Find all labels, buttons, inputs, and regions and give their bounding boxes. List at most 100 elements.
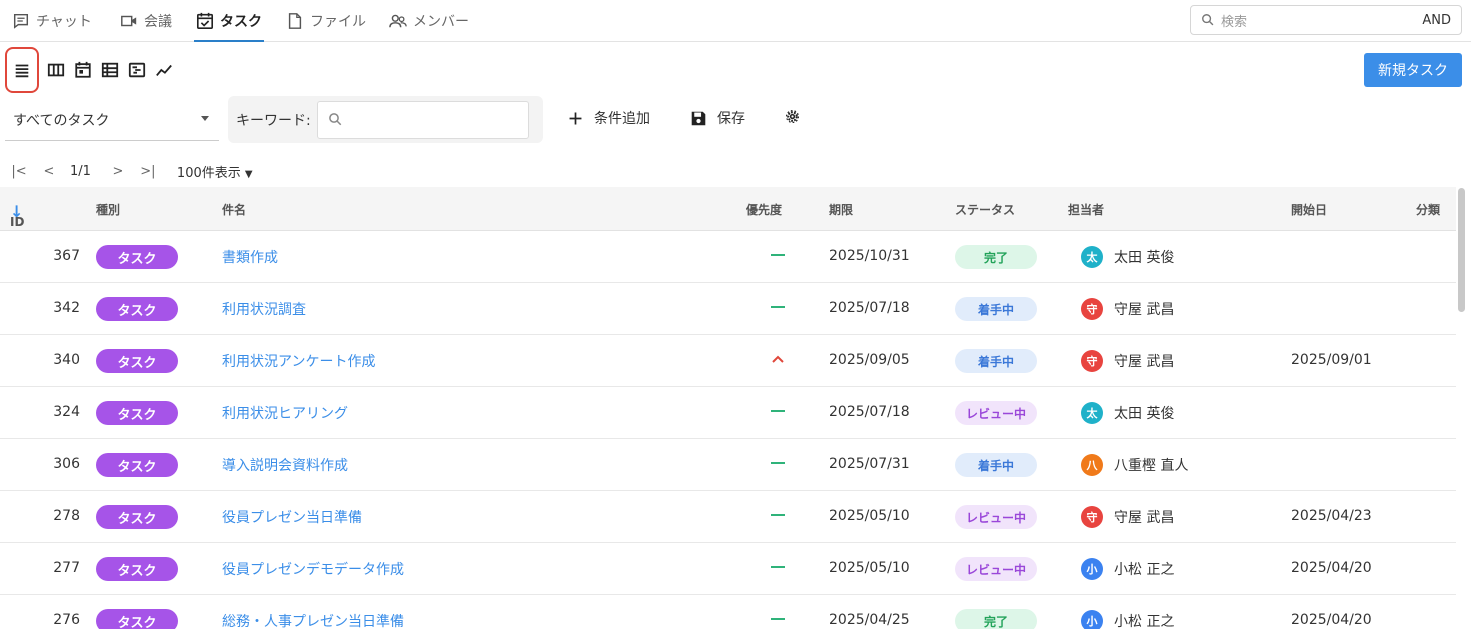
pagination: |< < 1/1 > >| 100件表示 ▼ (10, 160, 253, 182)
scrollbar-thumb[interactable] (1458, 188, 1465, 312)
avatar: 守 (1081, 506, 1103, 528)
tab-meeting[interactable]: 会議 (120, 0, 172, 41)
avatar: 小 (1081, 558, 1103, 580)
tab-chat[interactable]: チャット (12, 0, 92, 41)
kind-badge: タスク (96, 349, 178, 373)
per-page-select[interactable]: 100件表示 ▼ (177, 162, 253, 181)
col-kind[interactable]: 種別 (96, 201, 120, 218)
task-filter-select[interactable]: すべてのタスク (5, 99, 219, 141)
task-filter-value: すべてのタスク (13, 112, 110, 129)
task-subject-link[interactable]: 利用状況アンケート作成 (222, 351, 375, 371)
tab-task[interactable]: タスク (194, 0, 264, 42)
table-row[interactable]: 276 タスク 総務・人事プレゼン当日準備 2025/04/25 完了 小小松 正之 202… (0, 595, 1456, 629)
avatar: 太 (1081, 402, 1103, 424)
priority-indicator (770, 245, 786, 265)
task-subject-link[interactable]: 書類作成 (222, 247, 278, 267)
chart-view-button[interactable] (151, 57, 177, 83)
gear-icon (785, 109, 800, 124)
status-badge: 着手中 (955, 453, 1037, 477)
gantt-view-button[interactable] (124, 57, 150, 83)
col-priority[interactable]: 優先度 (746, 201, 782, 218)
start-date: 2025/04/20 (1291, 560, 1372, 576)
priority-normal-icon (771, 410, 785, 412)
tab-task-label: タスク (220, 13, 262, 30)
table-row[interactable]: 277 タスク 役員プレゼンデモデータ作成 2025/05/10 レビュー中 小小松 正之… (0, 543, 1456, 595)
add-condition-button[interactable]: 条件追加 (567, 108, 650, 128)
priority-normal-icon (771, 514, 785, 516)
col-subject[interactable]: 件名 (222, 201, 246, 218)
settings-button[interactable] (784, 108, 801, 125)
per-page-value: 100件表示 (176, 165, 241, 181)
floppy-disk-icon (691, 111, 706, 125)
priority-normal-icon (771, 306, 785, 308)
search-input[interactable]: 検索 AND (1190, 5, 1462, 35)
task-subject-link[interactable]: 利用状況ヒアリング (222, 403, 348, 423)
gantt-icon (128, 62, 146, 78)
task-subject-link[interactable]: 導入説明会資料作成 (222, 455, 348, 475)
start-date: 2025/04/23 (1291, 508, 1372, 524)
top-nav: チャット 会議 タスク ファイル メンバー 検索 AND (0, 0, 1471, 42)
kind-badge: タスク (96, 453, 178, 477)
tab-file[interactable]: ファイル (286, 0, 366, 41)
avatar: 守 (1081, 298, 1103, 320)
priority-normal-icon (771, 618, 785, 620)
col-assignee[interactable]: 担当者 (1068, 201, 1104, 218)
board-view-button[interactable] (43, 57, 69, 83)
kind-badge: タスク (96, 557, 178, 581)
save-button[interactable]: 保存 (690, 108, 745, 128)
status-badge: レビュー中 (955, 401, 1037, 425)
avatar: 八 (1081, 454, 1103, 476)
table-view-button[interactable] (97, 57, 123, 83)
task-id: 340 (53, 352, 80, 368)
columns-icon (47, 63, 65, 77)
due-date: 2025/07/18 (829, 404, 910, 420)
search-mode-toggle[interactable]: AND (1422, 13, 1451, 28)
table-row[interactable]: 342 タスク 利用状況調査 2025/07/18 着手中 守守屋 武昌 (0, 283, 1456, 335)
chevron-down-icon: ▼ (244, 168, 253, 180)
priority-indicator (770, 349, 786, 369)
calendar-view-button[interactable] (70, 57, 96, 83)
assignee-name: 太田 英俊 (1114, 406, 1175, 422)
table-row[interactable]: 306 タスク 導入説明会資料作成 2025/07/31 着手中 八八重樫 直人 (0, 439, 1456, 491)
col-start[interactable]: 開始日 (1291, 201, 1327, 218)
prev-page-button[interactable]: < (40, 164, 58, 179)
table-row[interactable]: 340 タスク 利用状況アンケート作成 2025/09/05 着手中 守守屋 武昌 2025… (0, 335, 1456, 387)
keyword-input[interactable] (316, 100, 529, 139)
caret-down-icon (201, 116, 209, 121)
first-page-button[interactable]: |< (10, 164, 28, 179)
col-status[interactable]: ステータス (955, 201, 1015, 218)
task-subject-link[interactable]: 総務・人事プレゼン当日準備 (222, 611, 404, 629)
task-id: 278 (53, 508, 80, 524)
assignee-name: 守屋 武昌 (1114, 354, 1175, 370)
tab-member[interactable]: メンバー (389, 0, 469, 41)
priority-indicator (770, 609, 786, 629)
kind-badge: タスク (96, 609, 178, 629)
priority-normal-icon (771, 254, 785, 256)
due-date: 2025/05/10 (829, 508, 910, 524)
search-placeholder: 検索 (1221, 14, 1248, 30)
search-icon (328, 113, 341, 126)
priority-normal-icon (771, 462, 785, 464)
task-subject-link[interactable]: 役員プレゼン当日準備 (222, 507, 362, 527)
list-view-button[interactable] (5, 47, 39, 93)
tab-chat-label: チャット (36, 13, 92, 30)
new-task-button[interactable]: 新規タスク (1364, 53, 1462, 87)
due-date: 2025/05/10 (829, 560, 910, 576)
video-icon (121, 15, 137, 26)
task-subject-link[interactable]: 利用状況調査 (222, 299, 306, 319)
task-table: ID ↓ 種別 件名 優先度 期限 ステータス 担当者 開始日 分類 367 タス… (0, 187, 1456, 629)
avatar: 守 (1081, 350, 1103, 372)
table-row[interactable]: 278 タスク 役員プレゼン当日準備 2025/05/10 レビュー中 守守屋 武昌 202… (0, 491, 1456, 543)
col-id[interactable]: ID ↓ (10, 201, 24, 229)
col-due[interactable]: 期限 (829, 201, 853, 218)
task-id: 324 (53, 404, 80, 420)
task-id: 306 (53, 456, 80, 472)
last-page-button[interactable]: >| (139, 164, 157, 179)
kind-badge: タスク (96, 505, 178, 529)
table-row[interactable]: 367 タスク 書類作成 2025/10/31 完了 太太田 英俊 (0, 231, 1456, 283)
task-subject-link[interactable]: 役員プレゼンデモデータ作成 (222, 559, 404, 579)
calendar-icon (75, 61, 91, 78)
next-page-button[interactable]: > (109, 164, 127, 179)
col-category[interactable]: 分類 (1416, 201, 1440, 218)
table-row[interactable]: 324 タスク 利用状況ヒアリング 2025/07/18 レビュー中 太太田 英俊 (0, 387, 1456, 439)
